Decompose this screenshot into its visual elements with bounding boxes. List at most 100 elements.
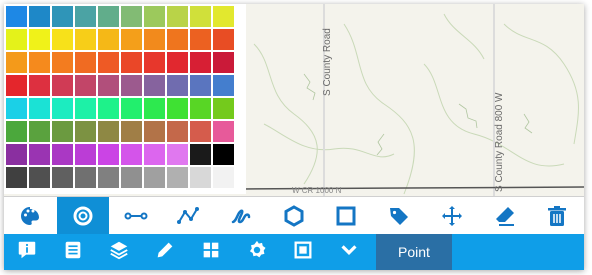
color-swatch[interactable]: [167, 52, 188, 73]
color-swatch[interactable]: [213, 75, 234, 96]
color-swatch[interactable]: [167, 167, 188, 188]
color-swatch[interactable]: [121, 121, 142, 142]
polygon-tool-button[interactable]: [267, 197, 320, 235]
color-swatch[interactable]: [29, 121, 50, 142]
color-swatch[interactable]: [75, 52, 96, 73]
color-swatch[interactable]: [190, 121, 211, 142]
color-swatch[interactable]: [98, 144, 119, 165]
eraser-tool-button[interactable]: [478, 197, 531, 235]
color-swatch[interactable]: [213, 52, 234, 73]
color-swatch[interactable]: [121, 144, 142, 165]
color-swatch[interactable]: [6, 75, 27, 96]
color-swatch[interactable]: [29, 98, 50, 119]
freehand-tool-button[interactable]: [215, 197, 268, 235]
color-swatch[interactable]: [213, 29, 234, 50]
color-swatch[interactable]: [98, 167, 119, 188]
color-swatch[interactable]: [167, 144, 188, 165]
rectangle-tool-button[interactable]: [320, 197, 373, 235]
color-swatch[interactable]: [98, 121, 119, 142]
list-button[interactable]: [50, 234, 96, 270]
color-swatch[interactable]: [167, 98, 188, 119]
color-swatch[interactable]: [6, 167, 27, 188]
color-swatch[interactable]: [144, 98, 165, 119]
color-swatch[interactable]: [121, 29, 142, 50]
color-swatch[interactable]: [213, 144, 234, 165]
color-swatch[interactable]: [52, 75, 73, 96]
color-swatch[interactable]: [52, 144, 73, 165]
color-swatch[interactable]: [213, 167, 234, 188]
color-swatch[interactable]: [144, 75, 165, 96]
color-swatch[interactable]: [75, 98, 96, 119]
color-swatch[interactable]: [75, 121, 96, 142]
color-swatch[interactable]: [121, 6, 142, 27]
chevron-down-button[interactable]: [326, 234, 372, 270]
color-swatch[interactable]: [144, 29, 165, 50]
grid-button[interactable]: [188, 234, 234, 270]
color-swatch[interactable]: [6, 121, 27, 142]
color-swatch[interactable]: [144, 52, 165, 73]
polyline-tool-button[interactable]: [162, 197, 215, 235]
color-swatch[interactable]: [75, 144, 96, 165]
gear-button[interactable]: [234, 234, 280, 270]
color-swatch[interactable]: [213, 121, 234, 142]
color-swatch[interactable]: [167, 75, 188, 96]
color-swatch[interactable]: [98, 29, 119, 50]
color-swatch[interactable]: [29, 75, 50, 96]
color-swatch[interactable]: [52, 121, 73, 142]
color-swatch[interactable]: [75, 75, 96, 96]
color-swatch[interactable]: [121, 167, 142, 188]
color-swatch[interactable]: [190, 75, 211, 96]
color-swatch[interactable]: [75, 167, 96, 188]
color-swatch[interactable]: [98, 75, 119, 96]
color-swatch[interactable]: [121, 52, 142, 73]
color-swatch[interactable]: [52, 98, 73, 119]
move-tool-button[interactable]: [426, 197, 479, 235]
color-swatch[interactable]: [98, 52, 119, 73]
point-tool-button[interactable]: [56, 197, 110, 235]
color-swatch[interactable]: [144, 6, 165, 27]
palette-tool-button[interactable]: [4, 197, 57, 235]
color-swatch[interactable]: [190, 98, 211, 119]
color-swatch[interactable]: [98, 98, 119, 119]
color-swatch[interactable]: [98, 6, 119, 27]
color-swatch[interactable]: [6, 52, 27, 73]
info-button[interactable]: [4, 234, 50, 270]
color-swatch[interactable]: [6, 29, 27, 50]
color-swatch[interactable]: [121, 98, 142, 119]
color-swatch[interactable]: [167, 121, 188, 142]
color-swatch[interactable]: [52, 29, 73, 50]
color-swatch[interactable]: [213, 98, 234, 119]
mode-button[interactable]: Point: [376, 234, 452, 270]
color-swatch[interactable]: [190, 52, 211, 73]
color-swatch[interactable]: [29, 29, 50, 50]
color-swatch[interactable]: [190, 6, 211, 27]
color-swatch[interactable]: [29, 144, 50, 165]
color-swatch[interactable]: [29, 167, 50, 188]
color-swatch[interactable]: [75, 29, 96, 50]
color-swatch[interactable]: [121, 75, 142, 96]
color-swatch[interactable]: [75, 6, 96, 27]
pencil-button[interactable]: [142, 234, 188, 270]
label-tag-tool-button[interactable]: [373, 197, 426, 235]
trash-tool-button[interactable]: [531, 197, 584, 235]
color-swatch[interactable]: [6, 144, 27, 165]
color-swatch[interactable]: [190, 144, 211, 165]
color-swatch[interactable]: [190, 167, 211, 188]
color-swatch[interactable]: [6, 98, 27, 119]
color-swatch[interactable]: [52, 6, 73, 27]
layers-button[interactable]: [96, 234, 142, 270]
color-swatch[interactable]: [144, 144, 165, 165]
color-swatch[interactable]: [144, 167, 165, 188]
color-swatch[interactable]: [144, 121, 165, 142]
color-swatch[interactable]: [167, 29, 188, 50]
color-swatch[interactable]: [213, 6, 234, 27]
color-swatch[interactable]: [6, 6, 27, 27]
color-swatch[interactable]: [29, 6, 50, 27]
line-tool-button[interactable]: [109, 197, 162, 235]
frame-button[interactable]: [280, 234, 326, 270]
color-swatch[interactable]: [52, 167, 73, 188]
color-swatch[interactable]: [167, 6, 188, 27]
color-swatch[interactable]: [52, 52, 73, 73]
color-swatch[interactable]: [29, 52, 50, 73]
color-swatch[interactable]: [190, 29, 211, 50]
